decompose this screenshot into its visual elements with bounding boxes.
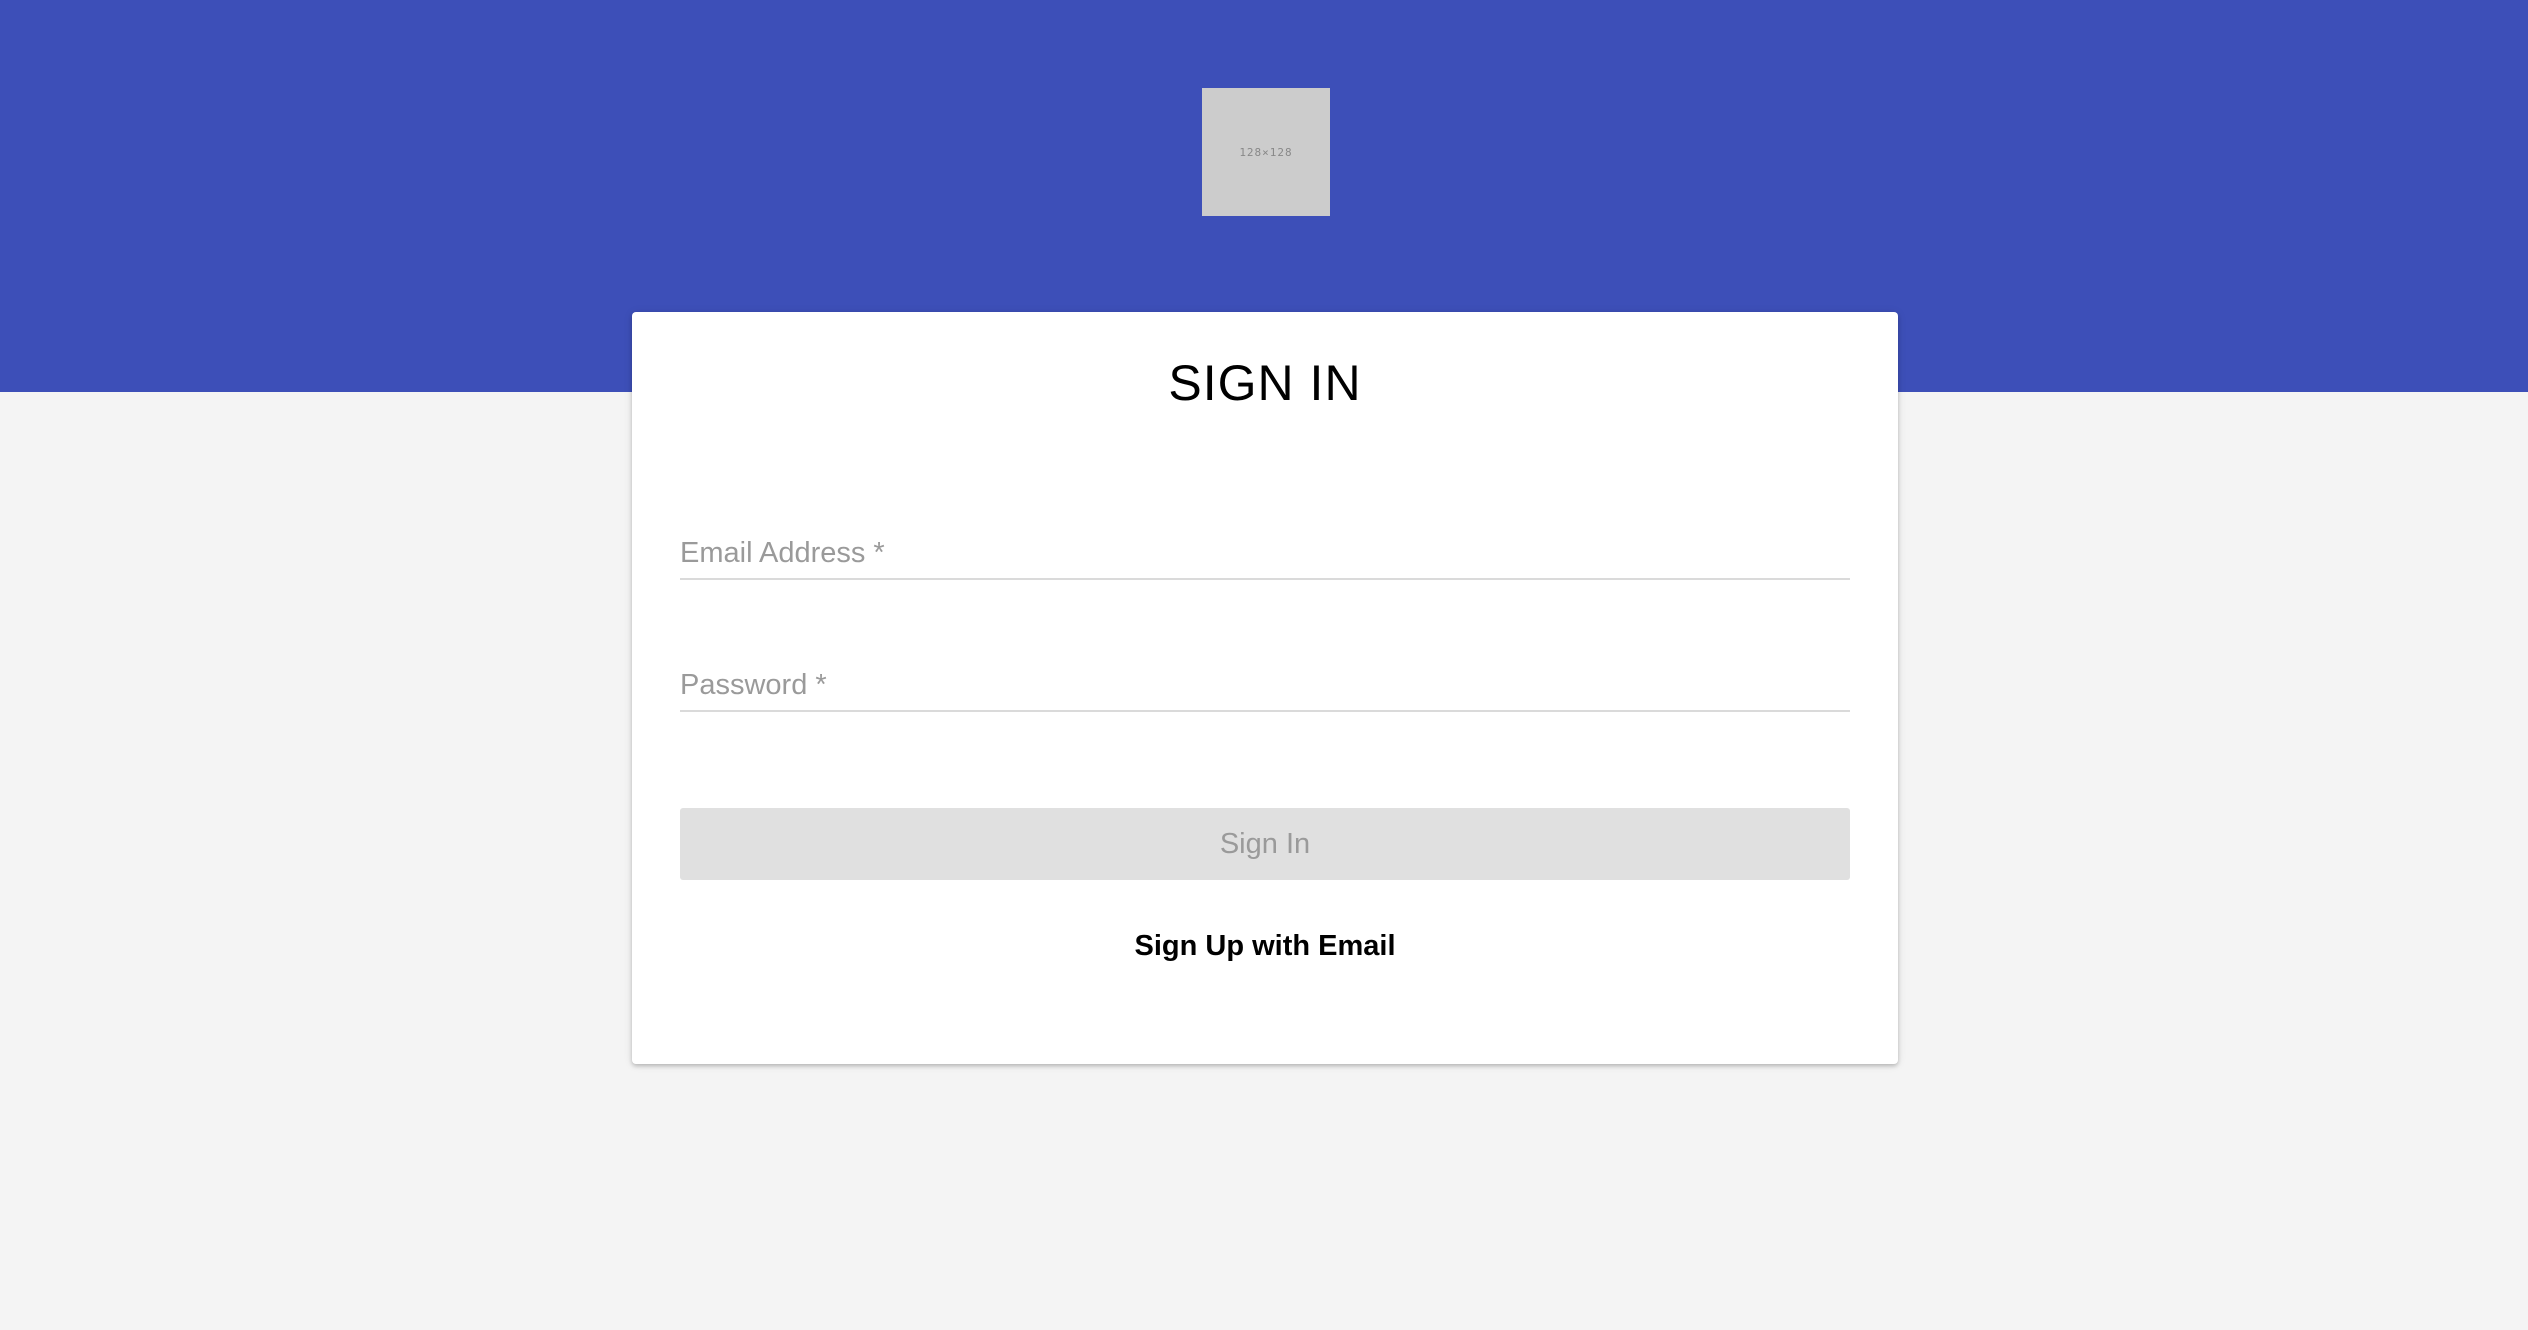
email-field[interactable]: Email Address *	[680, 537, 1854, 580]
email-input[interactable]	[680, 538, 1854, 580]
signin-button[interactable]: Sign In	[680, 808, 1850, 880]
page-title: SIGN IN	[1168, 355, 1362, 411]
signin-card: SIGN IN Email Address * Password * Sign …	[632, 312, 1898, 1064]
password-field[interactable]: Password *	[680, 669, 1854, 712]
logo-image-placeholder: 128×128	[1202, 88, 1330, 216]
password-input[interactable]	[680, 670, 1854, 712]
logo-placeholder-text: 128×128	[1239, 145, 1293, 159]
signup-with-email-link[interactable]: Sign Up with Email	[632, 930, 1898, 963]
